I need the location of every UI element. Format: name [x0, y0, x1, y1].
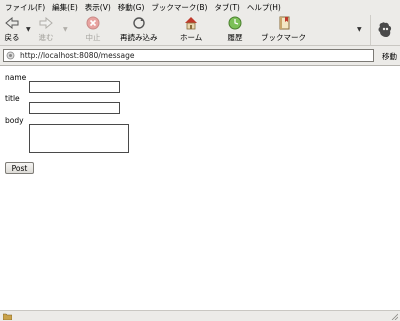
bookmarks-label: ブックマーク [261, 33, 306, 42]
browser-logo-icon [370, 15, 398, 45]
name-field[interactable] [29, 81, 120, 93]
reload-label: 再読み込み [120, 33, 158, 42]
menu-view[interactable]: 表示(V) [85, 2, 111, 13]
page-icon [6, 51, 15, 60]
bookmarks-book-icon [276, 16, 292, 30]
home-icon [183, 16, 199, 30]
address-bar: http://localhost:8080/message 移動 [0, 47, 400, 64]
menu-help[interactable]: ヘルプ(H) [247, 2, 281, 13]
forward-arrow-icon [38, 16, 54, 30]
name-label: name [5, 73, 27, 82]
menu-edit[interactable]: 編集(E) [52, 2, 78, 13]
status-bar [0, 310, 400, 321]
history-button[interactable]: 履歴 [227, 16, 243, 44]
toolbar-overflow-icon[interactable]: ▼ [357, 26, 362, 33]
title-label: title [5, 94, 20, 103]
folder-icon [2, 313, 13, 321]
menu-bar: ファイル(F) 編集(E) 表示(V) 移動(G) ブックマーク(B) タブ(T… [0, 0, 400, 14]
post-button[interactable]: Post [5, 162, 34, 174]
forward-label: 進む [38, 33, 54, 42]
reload-button[interactable]: 再読み込み [120, 16, 158, 44]
home-label: ホーム [180, 33, 203, 42]
reload-icon [131, 16, 147, 30]
forward-button[interactable]: 進む [38, 16, 54, 44]
bookmarks-button[interactable]: ブックマーク [261, 16, 306, 44]
title-field[interactable] [29, 102, 120, 114]
menu-file[interactable]: ファイル(F) [5, 2, 45, 13]
stop-icon [85, 16, 101, 30]
menu-tabs[interactable]: タブ(T) [214, 2, 239, 13]
history-clock-icon [227, 16, 243, 30]
stop-button[interactable]: 中止 [85, 16, 101, 44]
history-label: 履歴 [227, 33, 243, 42]
go-button[interactable]: 移動 [382, 51, 397, 62]
back-button[interactable]: 戻る [4, 16, 20, 44]
url-input[interactable]: http://localhost:8080/message [3, 49, 374, 62]
back-label: 戻る [4, 33, 20, 42]
menu-bookmarks[interactable]: ブックマーク(B) [151, 2, 207, 13]
page-content: name title body Post [0, 65, 400, 310]
body-label: body [5, 116, 24, 125]
stop-label: 中止 [85, 33, 101, 42]
back-arrow-icon [4, 16, 20, 30]
url-text: http://localhost:8080/message [20, 51, 135, 60]
forward-history-dropdown-icon[interactable]: ▼ [63, 26, 68, 33]
home-button[interactable]: ホーム [180, 16, 202, 44]
back-history-dropdown-icon[interactable]: ▼ [26, 26, 31, 33]
resize-grip-icon[interactable] [391, 313, 399, 321]
body-textarea[interactable] [29, 124, 129, 153]
navigation-toolbar: 戻る ▼ 進む ▼ 中止 再読み込み ホーム 履歴 ブックマーク ▼ [0, 14, 400, 46]
menu-go[interactable]: 移動(G) [118, 2, 145, 13]
